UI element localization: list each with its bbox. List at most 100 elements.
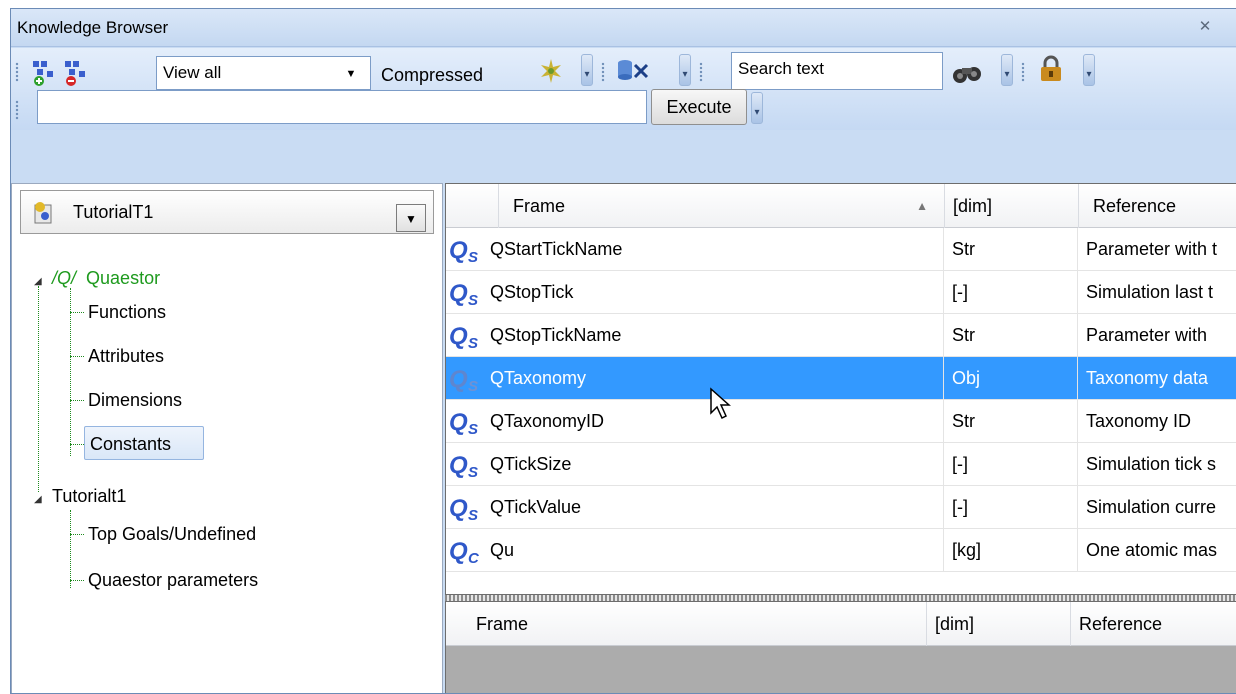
cell-reference[interactable]: Taxonomy ID — [1078, 400, 1236, 443]
column-header-dim[interactable]: [dim] — [926, 602, 1070, 646]
cell-frame[interactable]: QTickValue — [484, 486, 944, 529]
cell-dim[interactable]: Str — [944, 400, 1078, 443]
svg-text:S: S — [468, 421, 478, 436]
tree-node-quaestor-parameters[interactable]: Quaestor parameters — [88, 570, 258, 591]
tree-expand-icon[interactable]: ◢ — [34, 276, 42, 287]
svg-text:S: S — [468, 507, 478, 522]
column-header-dim[interactable]: [dim] — [944, 184, 1078, 228]
chevron-down-icon[interactable]: ▼ — [341, 68, 361, 80]
toolbar-grip[interactable] — [15, 100, 19, 120]
close-button[interactable]: ✕ — [1196, 18, 1214, 36]
mouse-cursor-icon — [710, 387, 731, 420]
cell-reference[interactable]: Simulation last t — [1078, 271, 1236, 314]
db-export-icon[interactable] — [615, 57, 649, 85]
table-row[interactable]: Q S QStopTick [-] Simulation last t — [446, 271, 1236, 314]
svg-text:S: S — [468, 335, 478, 350]
svg-text:Q: Q — [449, 538, 468, 565]
toolbar-overflow-button[interactable]: ▾ — [751, 92, 763, 124]
title-bar[interactable]: Knowledge Browser ✕ — [11, 9, 1236, 47]
compress-icon[interactable] — [537, 57, 565, 85]
cell-frame[interactable]: Qu — [484, 529, 944, 572]
cell-dim[interactable]: [-] — [944, 486, 1078, 529]
svg-text:Q: Q — [449, 495, 468, 522]
table-row[interactable]: Q S QTaxonomyID Str Taxonomy ID — [446, 400, 1236, 443]
cell-dim[interactable]: [-] — [944, 271, 1078, 314]
project-name: TutorialT1 — [73, 202, 154, 222]
toolbar-grip[interactable] — [601, 62, 605, 82]
cell-reference[interactable]: Parameter with t — [1078, 228, 1236, 271]
project-selector[interactable]: TutorialT1 — [20, 190, 434, 234]
tree-node-constants[interactable]: Constants — [90, 434, 171, 455]
cell-dim[interactable]: [kg] — [944, 529, 1078, 572]
toolbar-overflow-button[interactable]: ▾ — [581, 54, 593, 86]
toolbar-grip[interactable] — [699, 62, 703, 82]
tree-connector — [38, 286, 39, 492]
tree-connector — [70, 510, 71, 588]
cell-dim[interactable]: Str — [944, 314, 1078, 357]
cell-frame[interactable]: QStartTickName — [484, 228, 944, 271]
svg-text:Q: Q — [449, 280, 468, 307]
tree-connector — [70, 312, 84, 313]
cell-frame[interactable]: QTickSize — [484, 443, 944, 486]
svg-text:Q: Q — [449, 409, 468, 436]
tree-node-attributes[interactable]: Attributes — [88, 346, 164, 367]
svg-text:S: S — [468, 464, 478, 479]
table-row[interactable]: Q S QTickSize [-] Simulation tick s — [446, 443, 1236, 486]
execute-button[interactable]: Execute — [651, 89, 747, 125]
column-header-reference[interactable]: Reference — [1070, 602, 1236, 646]
cell-dim[interactable]: Str — [944, 228, 1078, 271]
cell-dim[interactable]: Obj — [944, 357, 1078, 400]
svg-text:S: S — [468, 378, 478, 393]
table-row[interactable]: Q S QStopTickName Str Parameter with — [446, 314, 1236, 357]
cell-reference[interactable]: Simulation tick s — [1078, 443, 1236, 486]
svg-text:Q: Q — [449, 237, 468, 264]
remove-frame-icon[interactable] — [63, 59, 91, 87]
cell-frame[interactable]: QStopTickName — [484, 314, 944, 357]
knowledge-browser-window: Knowledge Browser ✕ View all ▼ Compresse… — [10, 8, 1236, 694]
tree-node-functions[interactable]: Functions — [88, 302, 166, 323]
view-filter-select[interactable]: View all — [156, 56, 371, 90]
table-row[interactable]: Q S QStartTickName Str Parameter with t — [446, 228, 1236, 271]
search-input[interactable]: Search text — [731, 52, 943, 90]
qs-icon: QS — [449, 409, 478, 436]
qs-icon: QS — [449, 323, 478, 350]
toolbar-overflow-button[interactable]: ▾ — [679, 54, 691, 86]
cell-reference[interactable]: Taxonomy data — [1078, 357, 1236, 400]
toolbar-grip[interactable] — [1021, 62, 1025, 82]
column-header-frame[interactable]: Frame — [446, 602, 926, 646]
command-input[interactable] — [37, 90, 647, 124]
tree-connector — [70, 400, 84, 401]
svg-text:Q: Q — [449, 366, 468, 393]
tree-node-prefix: /Q/ — [52, 268, 77, 288]
tree-expand-icon[interactable]: ◢ — [34, 494, 42, 505]
tree-connector — [70, 444, 84, 445]
toolbar-overflow-button[interactable]: ▾ — [1001, 54, 1013, 86]
cell-reference[interactable]: One atomic mas — [1078, 529, 1236, 572]
related-frames-grid: Frame [dim] Reference — [445, 601, 1236, 693]
toolbar-grip[interactable] — [15, 62, 19, 82]
tree-node-dimensions[interactable]: Dimensions — [88, 390, 182, 411]
column-header-reference[interactable]: Reference — [1078, 184, 1236, 228]
binoculars-icon[interactable] — [951, 59, 983, 87]
cell-reference[interactable]: Parameter with — [1078, 314, 1236, 357]
tree-connector — [70, 356, 84, 357]
table-row[interactable]: Q S QTaxonomy Obj Taxonomy data — [446, 357, 1236, 400]
column-header-frame[interactable]: Frame ▲ — [498, 184, 944, 228]
table-row[interactable]: Q C Qu [kg] One atomic mas — [446, 529, 1236, 572]
tree-connector — [70, 288, 71, 456]
add-frame-icon[interactable] — [31, 59, 59, 87]
tree-node-quaestor[interactable]: /Q/ Quaestor — [52, 268, 160, 289]
table-row[interactable]: Q S QTickValue [-] Simulation curre — [446, 486, 1236, 529]
tree-node-tutorial[interactable]: Tutorialt1 — [52, 486, 126, 507]
toolbar-overflow-button[interactable]: ▾ — [1083, 54, 1095, 86]
cell-frame[interactable]: QStopTick — [484, 271, 944, 314]
cell-dim[interactable]: [-] — [944, 443, 1078, 486]
cell-reference[interactable]: Simulation curre — [1078, 486, 1236, 529]
qs-icon: QS — [449, 237, 478, 264]
qs-icon: QS — [449, 452, 478, 479]
view-filter-value: View all — [163, 63, 222, 82]
tree-node-top-goals[interactable]: Top Goals/Undefined — [88, 524, 256, 545]
chevron-down-icon[interactable]: ▼ — [396, 204, 426, 232]
lock-icon[interactable] — [1037, 55, 1065, 83]
window-title: Knowledge Browser — [17, 18, 169, 37]
